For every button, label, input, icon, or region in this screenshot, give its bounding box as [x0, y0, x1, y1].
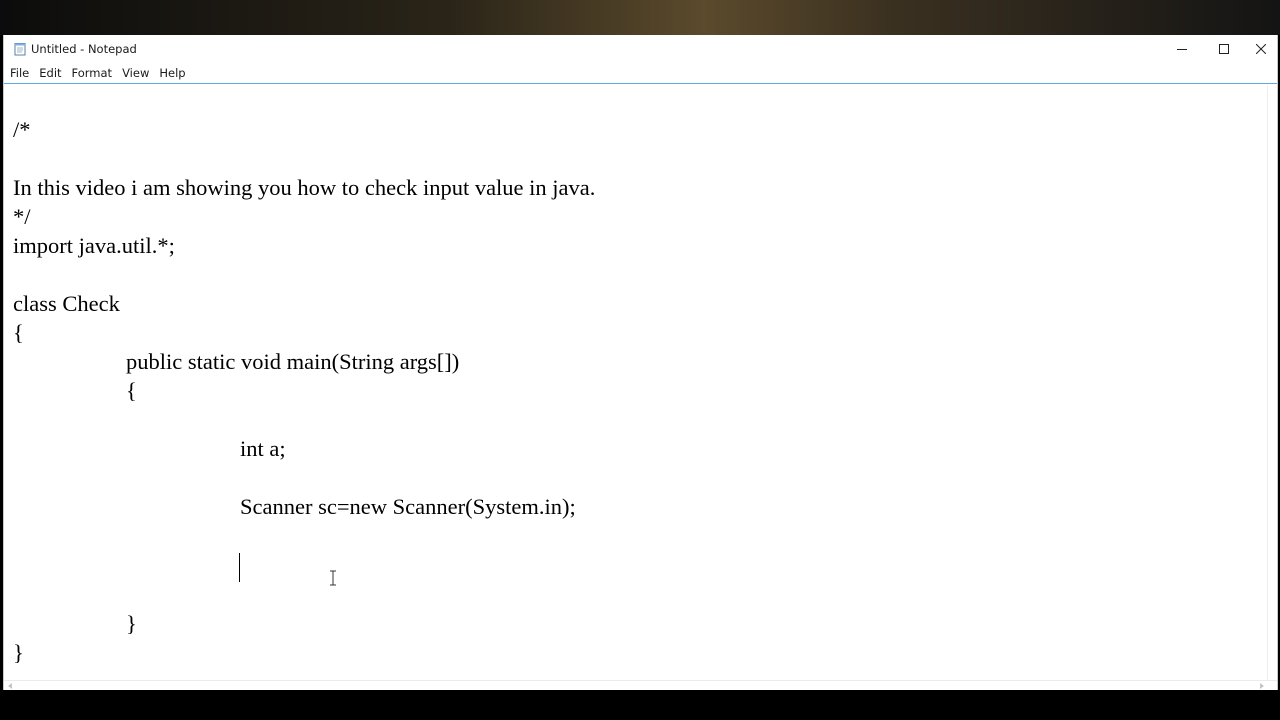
menu-bar: File Edit Format View Help	[4, 63, 1277, 83]
editor-line: class Check	[13, 291, 120, 316]
editor-line: }	[13, 640, 24, 665]
minimize-button[interactable]	[1160, 35, 1204, 63]
notepad-window: Untitled - Notepad File Edit Format View…	[3, 35, 1278, 690]
scrollbar-track	[1267, 85, 1268, 680]
scroll-right-icon[interactable]	[1259, 683, 1265, 689]
editor-line: {	[126, 378, 137, 403]
editor-line: import java.util.*;	[13, 233, 175, 258]
screen: Untitled - Notepad File Edit Format View…	[0, 0, 1280, 720]
window-title: Untitled - Notepad	[31, 42, 137, 56]
bottom-black-bar	[0, 690, 1280, 720]
vertical-scrollbar[interactable]	[1267, 85, 1277, 680]
editor-line: public static void main(String args[])	[126, 349, 460, 374]
editor-line: {	[13, 320, 24, 345]
editor-line: In this video i am showing you how to ch…	[13, 175, 596, 200]
menu-help[interactable]: Help	[154, 63, 190, 83]
editor-line: }	[126, 611, 137, 636]
title-bar[interactable]: Untitled - Notepad	[4, 35, 1277, 63]
menu-edit[interactable]: Edit	[34, 63, 66, 83]
maximize-icon	[1219, 44, 1229, 54]
desktop-background-strip	[0, 0, 1280, 35]
editor-line: int a;	[240, 436, 286, 461]
text-editor[interactable]: /* In this video i am showing you how to…	[4, 85, 1266, 680]
horizontal-scrollbar[interactable]	[4, 680, 1277, 690]
close-button[interactable]	[1244, 35, 1277, 63]
menu-view[interactable]: View	[117, 63, 154, 83]
maximize-button[interactable]	[1202, 35, 1246, 63]
text-caret	[239, 553, 240, 582]
editor-frame: /* In this video i am showing you how to…	[4, 83, 1277, 690]
ibeam-cursor-icon	[330, 570, 336, 586]
editor-line: */	[13, 204, 31, 229]
editor-line: /*	[13, 117, 31, 142]
scroll-left-icon[interactable]	[7, 683, 13, 689]
close-icon	[1255, 44, 1266, 54]
editor-line: Scanner sc=new Scanner(System.in);	[240, 494, 576, 519]
menu-format[interactable]: Format	[67, 63, 118, 83]
menu-file[interactable]: File	[5, 63, 34, 83]
minimize-icon	[1177, 49, 1187, 50]
notepad-icon	[13, 42, 27, 56]
